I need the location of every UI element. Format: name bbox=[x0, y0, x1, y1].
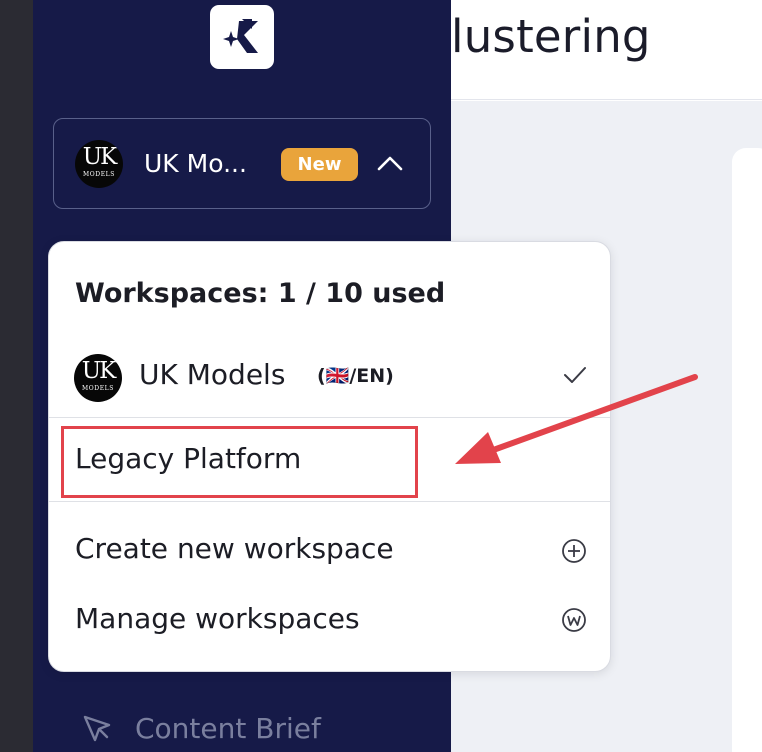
new-badge: New bbox=[281, 148, 358, 181]
annotation-highlight-box bbox=[61, 426, 418, 498]
workspace-avatar: UK MODELS bbox=[74, 354, 122, 402]
window-edge bbox=[0, 0, 33, 752]
w-circle-icon[interactable] bbox=[560, 606, 588, 634]
plus-circle-icon[interactable] bbox=[560, 537, 588, 565]
app-logo[interactable] bbox=[210, 5, 274, 69]
menu-divider bbox=[49, 501, 610, 502]
workspace-avatar: UK MODELS bbox=[75, 140, 123, 188]
manage-workspaces-item[interactable]: Manage workspaces bbox=[75, 602, 360, 635]
content-brief-label: Content Brief bbox=[135, 712, 321, 745]
workspace-name: UK Models bbox=[139, 358, 286, 391]
content-card bbox=[732, 148, 762, 752]
cursor-pointer-icon bbox=[83, 715, 111, 742]
workspace-locale: (🇬🇧/EN) bbox=[317, 365, 394, 387]
chevron-up-icon[interactable] bbox=[376, 153, 404, 173]
annotation-arrow-icon bbox=[455, 374, 698, 464]
workspace-switcher-name: UK Mo... bbox=[144, 149, 247, 178]
create-workspace-item[interactable]: Create new workspace bbox=[75, 532, 394, 565]
page-title: lustering bbox=[451, 10, 651, 63]
workspaces-usage-heading: Workspaces: 1 / 10 used bbox=[75, 278, 446, 309]
workspace-switcher[interactable]: UK MODELS UK Mo... New bbox=[53, 118, 431, 209]
sparkle-k-logo-icon bbox=[223, 19, 258, 53]
